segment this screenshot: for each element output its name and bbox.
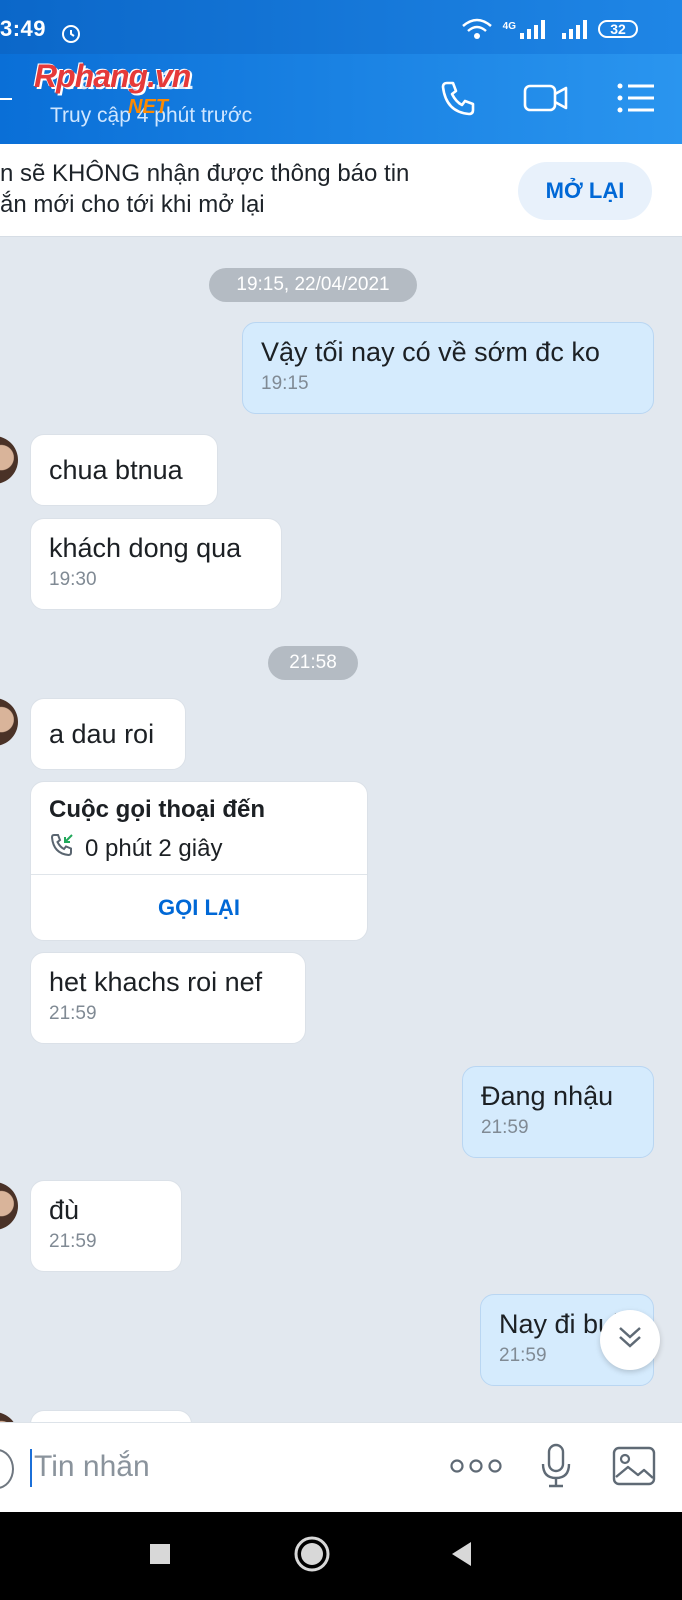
recent-apps-button[interactable]	[138, 1534, 182, 1578]
call-back-button[interactable]: GỌI LẠI	[31, 875, 367, 941]
square-icon	[148, 1542, 172, 1571]
microphone-icon	[538, 1442, 574, 1495]
options-menu-button[interactable]	[614, 78, 658, 122]
alarm-icon	[60, 22, 82, 49]
avatar[interactable]	[0, 1412, 18, 1422]
message-outgoing[interactable]: Vậy tối nay có về sớm đc ko 19:15	[242, 322, 654, 414]
message-time: 21:59	[49, 1231, 97, 1252]
message-input[interactable]	[32, 1445, 414, 1489]
message-text: a dau roi	[49, 719, 155, 749]
video-call-button[interactable]	[522, 78, 570, 122]
incoming-call-icon	[49, 832, 75, 865]
list-menu-icon	[616, 81, 656, 120]
emoji-button[interactable]	[0, 1449, 14, 1489]
chat-screen: 3:49 4G 32 Trần N...32 Truy cập 4 phút t…	[0, 0, 682, 1600]
phone-icon	[438, 78, 478, 123]
message-time: 21:59	[49, 1003, 97, 1024]
image-icon	[611, 1445, 657, 1492]
system-navigation-bar	[0, 1512, 682, 1600]
message-outgoing[interactable]: Đang nhậu 21:59	[462, 1066, 654, 1158]
message-incoming-partial[interactable]	[30, 1410, 192, 1422]
battery-indicator: 32	[598, 20, 638, 38]
call-duration-row: 0 phút 2 giây	[49, 832, 222, 865]
signal-icon-2	[560, 18, 590, 45]
date-separator: 19:15, 22/04/2021	[209, 268, 417, 302]
back-button[interactable]	[0, 98, 12, 100]
message-text: het khachs roi nef	[49, 967, 263, 997]
message-text: khách dong qua	[49, 533, 242, 563]
message-time: 21:59	[481, 1117, 529, 1138]
scroll-to-bottom-button[interactable]	[600, 1310, 660, 1370]
network-type-label: 4G	[502, 21, 516, 32]
muted-notice-line-2: ắn mới cho tới khi mở lại	[0, 191, 265, 218]
date-separator: 21:58	[268, 646, 358, 680]
home-circle-icon	[293, 1535, 331, 1578]
send-image-button[interactable]	[610, 1445, 658, 1491]
incoming-call-card: Cuộc gọi thoại đến 0 phút 2 giây GỌI LẠI	[30, 781, 368, 941]
avatar[interactable]	[0, 698, 18, 746]
muted-notice-line-1: n sẽ KHÔNG nhận được thông báo tin	[0, 160, 410, 187]
status-icons: 4G	[461, 18, 590, 45]
message-text: chua btnua	[49, 455, 183, 485]
message-text: đù	[49, 1195, 80, 1225]
message-time: 19:30	[49, 569, 97, 590]
message-time: 19:15	[261, 373, 309, 394]
wifi-icon	[461, 18, 493, 45]
avatar[interactable]	[0, 436, 18, 484]
message-list[interactable]: 19:15, 22/04/2021 Vậy tối nay có về sớm …	[0, 236, 682, 1422]
voice-call-button[interactable]	[436, 78, 480, 122]
back-nav-button[interactable]	[440, 1534, 484, 1578]
call-duration: 0 phút 2 giây	[85, 834, 223, 862]
message-incoming[interactable]: chua btnua	[30, 434, 218, 506]
watermark-logo: Rphang.vn	[34, 58, 191, 94]
signal-icon	[518, 18, 550, 45]
muted-notice-text: n sẽ KHÔNG nhận được thông báo tin ắn mớ…	[0, 158, 480, 220]
message-text: Đang nhậu	[481, 1081, 614, 1111]
message-incoming[interactable]: het khachs roi nef 21:59	[30, 952, 306, 1044]
home-button[interactable]	[290, 1534, 334, 1578]
voice-record-button[interactable]	[536, 1443, 576, 1493]
more-options-button[interactable]	[450, 1453, 502, 1483]
message-text: Vậy tối nay có về sớm đc ko	[261, 337, 600, 367]
video-camera-icon	[522, 80, 570, 121]
back-triangle-icon	[449, 1540, 475, 1573]
muted-notice-bar: n sẽ KHÔNG nhận được thông báo tin ắn mớ…	[0, 144, 682, 237]
composer-bar	[0, 1422, 682, 1513]
message-incoming[interactable]: a dau roi	[30, 698, 186, 770]
chat-header: Trần N...32 Truy cập 4 phút trước Rphang…	[0, 54, 682, 144]
more-dots-icon	[450, 1456, 502, 1481]
status-time: 3:49	[0, 16, 47, 41]
watermark-logo-sub: NET	[128, 96, 168, 118]
avatar[interactable]	[0, 1182, 18, 1230]
message-incoming[interactable]: khách dong qua 19:30	[30, 518, 282, 610]
call-card-title: Cuộc gọi thoại đến	[49, 796, 265, 823]
status-bar: 3:49 4G 32	[0, 0, 682, 54]
double-chevron-down-icon	[615, 1324, 645, 1357]
message-incoming[interactable]: đù 21:59	[30, 1180, 182, 1272]
reopen-notifications-button[interactable]: MỞ LẠI	[518, 162, 652, 220]
